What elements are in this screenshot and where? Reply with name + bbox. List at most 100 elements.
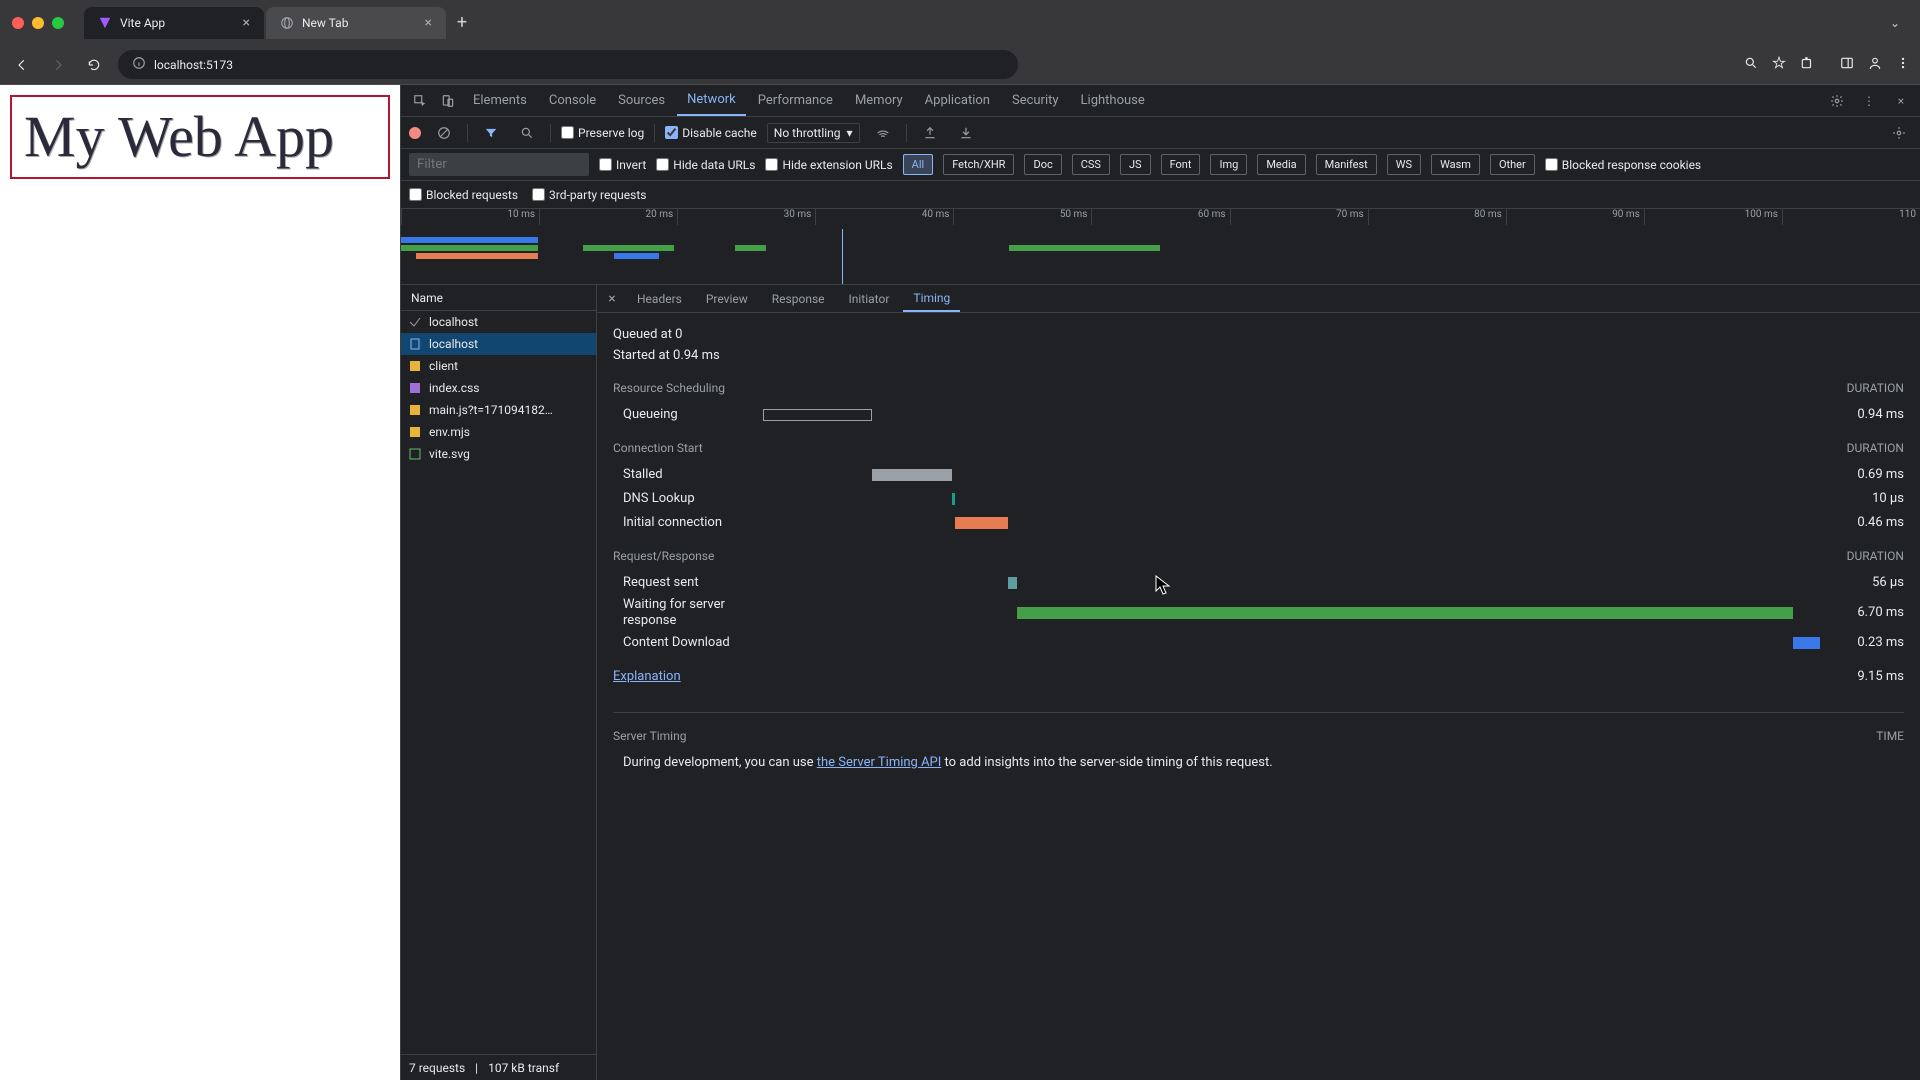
tab-application[interactable]: Application <box>915 86 1000 115</box>
extensions-icon[interactable] <box>1800 56 1814 73</box>
network-conditions-icon[interactable] <box>870 120 896 146</box>
profile-icon[interactable] <box>1868 56 1882 73</box>
tab-lighthouse[interactable]: Lighthouse <box>1071 86 1155 115</box>
timing-total: Explanation 9.15 ms <box>613 669 1904 684</box>
blocked-cookies-check[interactable]: Blocked response cookies <box>1545 158 1701 172</box>
type-pill-other[interactable]: Other <box>1490 154 1535 175</box>
blocked-requests-check[interactable]: Blocked requests <box>409 188 518 202</box>
type-pill-img[interactable]: Img <box>1210 154 1247 175</box>
type-pill-doc[interactable]: Doc <box>1024 154 1061 175</box>
timing-body: Queued at 0 Started at 0.94 ms Resource … <box>597 313 1920 1080</box>
tab-console[interactable]: Console <box>539 86 606 115</box>
window-minimize[interactable] <box>32 17 44 29</box>
site-info-icon[interactable] <box>132 56 146 73</box>
filter-input[interactable] <box>409 153 589 176</box>
tab-close-icon[interactable]: × <box>243 15 250 31</box>
timing-header-info: Queued at 0 Started at 0.94 ms <box>613 325 1904 367</box>
tab-close-icon[interactable]: × <box>425 15 432 31</box>
bookmark-icon[interactable] <box>1772 56 1786 73</box>
type-pill-css[interactable]: CSS <box>1072 154 1110 175</box>
type-pill-media[interactable]: Media <box>1257 154 1305 175</box>
search-icon[interactable] <box>514 120 540 146</box>
menu-icon[interactable] <box>1896 56 1910 73</box>
filter-icon[interactable] <box>478 120 504 146</box>
clear-icon[interactable] <box>431 120 457 146</box>
url-text: localhost:5173 <box>154 58 233 72</box>
devtools-tabs-right: ⋮ × <box>1824 88 1914 114</box>
download-icon[interactable] <box>953 120 979 146</box>
request-item[interactable]: env.mjs <box>401 421 596 443</box>
request-item[interactable]: client <box>401 355 596 377</box>
devtools-close-icon[interactable]: × <box>1888 88 1914 114</box>
back-button[interactable] <box>10 53 34 77</box>
request-item[interactable]: index.css <box>401 377 596 399</box>
more-icon[interactable]: ⋮ <box>1856 88 1882 114</box>
network-settings-icon[interactable] <box>1886 120 1912 146</box>
tab-elements[interactable]: Elements <box>463 86 537 115</box>
type-pill-manifest[interactable]: Manifest <box>1316 154 1377 175</box>
window-close[interactable] <box>12 17 24 29</box>
upload-icon[interactable] <box>917 120 943 146</box>
disable-cache-checkbox[interactable] <box>665 126 678 139</box>
hide-ext-urls-check[interactable]: Hide extension URLs <box>765 158 892 172</box>
detail-tab-initiator[interactable]: Initiator <box>839 287 900 311</box>
tab-performance[interactable]: Performance <box>748 86 843 115</box>
throttling-select[interactable]: No throttling ▾ <box>767 123 860 143</box>
url-right-icons <box>1744 56 1814 73</box>
detail-tab-headers[interactable]: Headers <box>627 287 692 311</box>
timing-row-request-sent: Request sent 56 µs <box>613 571 1904 595</box>
tab-sources[interactable]: Sources <box>608 86 675 115</box>
request-item[interactable]: main.js?t=171094182… <box>401 399 596 421</box>
tab-memory[interactable]: Memory <box>845 86 913 115</box>
hide-data-urls-check[interactable]: Hide data URLs <box>656 158 755 172</box>
browser-tab-vite[interactable]: Vite App × <box>84 7 264 39</box>
type-pill-wasm[interactable]: Wasm <box>1431 154 1480 175</box>
url-bar[interactable]: localhost:5173 <box>118 50 1018 79</box>
inspect-element-icon[interactable] <box>407 88 433 114</box>
window-maximize[interactable] <box>52 17 64 29</box>
third-party-check[interactable]: 3rd-party requests <box>532 188 646 202</box>
chevron-down-icon[interactable]: ⌄ <box>1882 12 1908 34</box>
request-list-header[interactable]: Name <box>401 285 596 311</box>
request-item[interactable]: localhost <box>401 333 596 355</box>
type-pill-fetch[interactable]: Fetch/XHR <box>943 154 1014 175</box>
request-list-footer: 7 requests | 107 kB transf <box>401 1054 596 1080</box>
type-pill-all[interactable]: All <box>903 154 934 175</box>
ws-icon <box>409 316 421 328</box>
content-wrap: My Web App Elements Console Sources Netw… <box>0 85 1920 1080</box>
type-pill-font[interactable]: Font <box>1161 154 1201 175</box>
settings-icon[interactable] <box>1824 88 1850 114</box>
network-toolbar: Preserve log Disable cache No throttling… <box>401 117 1920 149</box>
invert-check[interactable]: Invert <box>599 158 646 172</box>
detail-tab-response[interactable]: Response <box>762 287 835 311</box>
preserve-log-check[interactable]: Preserve log <box>561 126 644 140</box>
network-overview[interactable]: 10 ms 20 ms 30 ms 40 ms 50 ms 60 ms 70 m… <box>401 209 1920 285</box>
tab-network[interactable]: Network <box>677 85 746 116</box>
doc-icon <box>409 338 421 350</box>
detail-tab-preview[interactable]: Preview <box>696 287 758 311</box>
ruler-tick: 20 ms <box>539 209 677 225</box>
type-pill-js[interactable]: JS <box>1120 154 1151 175</box>
detail-tab-timing[interactable]: Timing <box>903 286 960 312</box>
browser-tab-newtab[interactable]: New Tab × <box>266 7 446 39</box>
preserve-log-checkbox[interactable] <box>561 126 574 139</box>
type-pill-ws[interactable]: WS <box>1387 154 1421 175</box>
server-timing-api-link[interactable]: the Server Timing API <box>817 755 942 770</box>
page-viewport: My Web App <box>0 85 400 1080</box>
timing-total-value: 9.15 ms <box>1857 669 1904 684</box>
new-tab-button[interactable]: + <box>448 9 476 37</box>
record-button[interactable] <box>409 127 421 139</box>
tab-security[interactable]: Security <box>1002 86 1069 115</box>
explanation-link[interactable]: Explanation <box>613 669 681 684</box>
panel-icon[interactable] <box>1840 56 1854 73</box>
forward-button[interactable] <box>46 53 70 77</box>
request-item[interactable]: localhost <box>401 311 596 333</box>
detail-close-icon[interactable]: × <box>601 291 623 307</box>
reload-button[interactable] <box>82 53 106 77</box>
zoom-icon[interactable] <box>1744 56 1758 73</box>
request-item[interactable]: vite.svg <box>401 443 596 465</box>
device-toggle-icon[interactable] <box>435 88 461 114</box>
globe-icon <box>280 16 294 30</box>
img-icon <box>409 448 421 460</box>
disable-cache-check[interactable]: Disable cache <box>665 126 757 140</box>
